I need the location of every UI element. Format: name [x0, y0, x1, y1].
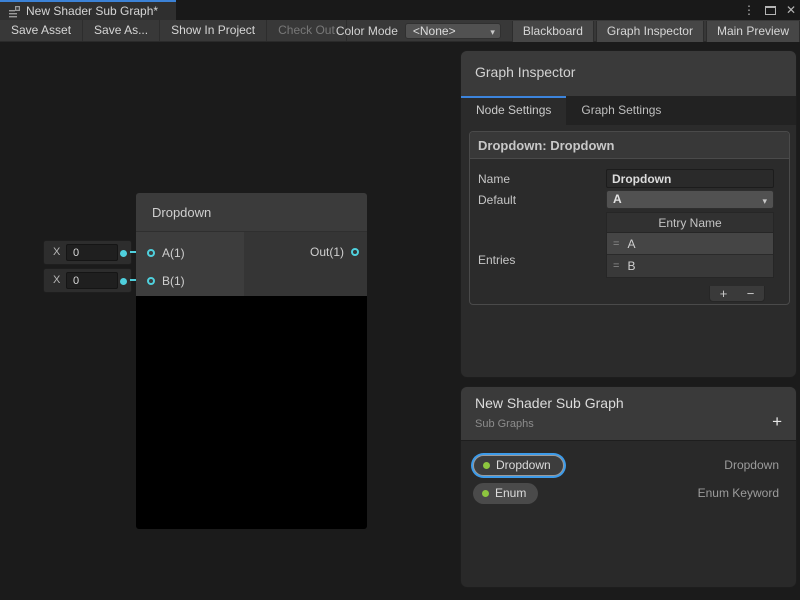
node-title[interactable]: Dropdown	[136, 193, 367, 232]
save-asset-button[interactable]: Save Asset	[0, 20, 83, 41]
entry-row-a[interactable]: = A	[607, 233, 773, 255]
port-a-widget-connector[interactable]	[120, 250, 127, 257]
node-port-area: A(1) B(1) Out(1)	[136, 232, 367, 296]
blackboard-item-enum: Enum Enum Keyword	[473, 482, 779, 504]
enum-property-pill[interactable]: Enum	[473, 483, 538, 504]
tab-graph-settings[interactable]: Graph Settings	[566, 96, 676, 125]
port-a-label: A(1)	[162, 246, 185, 260]
title-bar: New Shader Sub Graph* ⋮ ✕	[0, 0, 800, 20]
node-preview-area	[136, 296, 367, 529]
toolbar-left-group: Save Asset Save As... Show In Project Ch…	[0, 20, 347, 41]
property-dot-icon	[483, 462, 490, 469]
graph-inspector-panel: Graph Inspector Node Settings Graph Sett…	[460, 50, 797, 378]
property-name: Enum	[495, 486, 526, 500]
settings-section-title: Dropdown: Dropdown	[470, 132, 789, 159]
entries-field-label: Entries	[478, 253, 515, 267]
default-value-dropdown[interactable]: A ▾	[606, 190, 774, 209]
chevron-down-icon: ▾	[762, 193, 767, 210]
property-name: Dropdown	[496, 458, 551, 472]
entry-name: B	[627, 259, 635, 273]
graph-inspector-toggle-button[interactable]: Graph Inspector	[596, 21, 704, 42]
entry-name: A	[627, 237, 635, 251]
chevron-down-icon: ▾	[490, 25, 495, 39]
port-a-value-input[interactable]	[66, 244, 118, 261]
entry-row-b[interactable]: = B	[607, 255, 773, 277]
tab-node-settings[interactable]: Node Settings	[461, 96, 566, 125]
unity-shader-graph-window: New Shader Sub Graph* ⋮ ✕ Save Asset Sav…	[0, 0, 800, 600]
dropdown-property-pill[interactable]: Dropdown	[473, 455, 564, 476]
property-type-label: Dropdown	[724, 458, 779, 472]
port-b-value-input[interactable]	[66, 272, 118, 289]
inspector-header[interactable]: Graph Inspector	[461, 51, 796, 96]
port-default-widget-b: X	[43, 268, 132, 293]
settings-fields: Name Default A ▾ Entries Entry Name = A	[470, 159, 789, 304]
blackboard-item-dropdown: Dropdown Dropdown	[473, 454, 779, 476]
inspector-title: Graph Inspector	[475, 64, 575, 80]
port-a-connector-icon[interactable]	[147, 249, 155, 257]
maximize-icon[interactable]	[765, 6, 776, 15]
window-controls: ⋮ ✕	[743, 0, 796, 20]
document-tab[interactable]: New Shader Sub Graph*	[0, 0, 176, 20]
save-as-button[interactable]: Save As...	[83, 20, 160, 41]
property-type-label: Enum Keyword	[698, 486, 779, 500]
remove-entry-button[interactable]: −	[747, 287, 755, 301]
shader-graph-icon	[8, 5, 21, 18]
entries-list-footer: + −	[709, 286, 765, 302]
blackboard-body: Dropdown Dropdown Enum Enum Keyword	[461, 441, 796, 587]
port-b-label: B(1)	[162, 274, 185, 288]
drag-handle-icon[interactable]: =	[613, 238, 619, 250]
dropdown-settings-box: Dropdown: Dropdown Name Default A ▾ Entr…	[469, 131, 790, 305]
blackboard-subtitle: Sub Graphs	[475, 418, 534, 430]
dropdown-node[interactable]: Dropdown A(1) B(1) Out(1)	[136, 193, 367, 529]
property-dot-icon	[482, 490, 489, 497]
port-b-connector-icon[interactable]	[147, 277, 155, 285]
entries-table: Entry Name = A = B	[606, 212, 774, 278]
inspector-tab-bar: Node Settings Graph Settings	[461, 96, 796, 125]
entries-table-header: Entry Name	[607, 213, 773, 233]
window-menu-icon[interactable]: ⋮	[743, 0, 755, 20]
main-preview-toggle-button[interactable]: Main Preview	[706, 21, 800, 42]
toolbar-right-group: Color Mode <None> ▾ Blackboard Graph Ins…	[336, 20, 800, 42]
default-field-label: Default	[478, 193, 516, 207]
port-out-label: Out(1)	[310, 245, 344, 259]
port-default-widget-a: X	[43, 240, 132, 265]
blackboard-header[interactable]: New Shader Sub Graph Sub Graphs +	[461, 387, 796, 441]
output-ports-column: Out(1)	[244, 232, 367, 296]
add-entry-button[interactable]: +	[720, 287, 728, 301]
close-icon[interactable]: ✕	[786, 0, 796, 20]
color-mode-label: Color Mode	[336, 24, 398, 38]
blackboard-toggle-button[interactable]: Blackboard	[512, 21, 594, 42]
document-tab-title: New Shader Sub Graph*	[26, 4, 158, 18]
show-in-project-button[interactable]: Show In Project	[160, 20, 267, 41]
axis-label-x: X	[53, 246, 60, 258]
graph-toolbar: Save Asset Save As... Show In Project Ch…	[0, 20, 800, 42]
drag-handle-icon[interactable]: =	[613, 260, 619, 272]
name-field-input[interactable]	[606, 169, 774, 188]
input-port-b: B(1)	[136, 271, 244, 291]
name-field-label: Name	[478, 172, 510, 186]
add-property-button[interactable]: +	[772, 412, 782, 432]
input-port-a: A(1)	[136, 243, 244, 263]
port-out-connector-icon[interactable]	[351, 248, 359, 256]
color-mode-value: <None>	[413, 24, 456, 38]
blackboard-panel: New Shader Sub Graph Sub Graphs + Dropdo…	[460, 386, 797, 588]
output-port-out: Out(1)	[244, 242, 367, 262]
inspector-body: Dropdown: Dropdown Name Default A ▾ Entr…	[461, 125, 796, 379]
color-mode-dropdown[interactable]: <None> ▾	[405, 23, 501, 39]
axis-label-x: X	[53, 274, 60, 286]
blackboard-title: New Shader Sub Graph	[475, 395, 624, 411]
input-ports-column: A(1) B(1)	[136, 232, 244, 296]
default-value: A	[613, 192, 622, 206]
port-b-widget-connector[interactable]	[120, 278, 127, 285]
